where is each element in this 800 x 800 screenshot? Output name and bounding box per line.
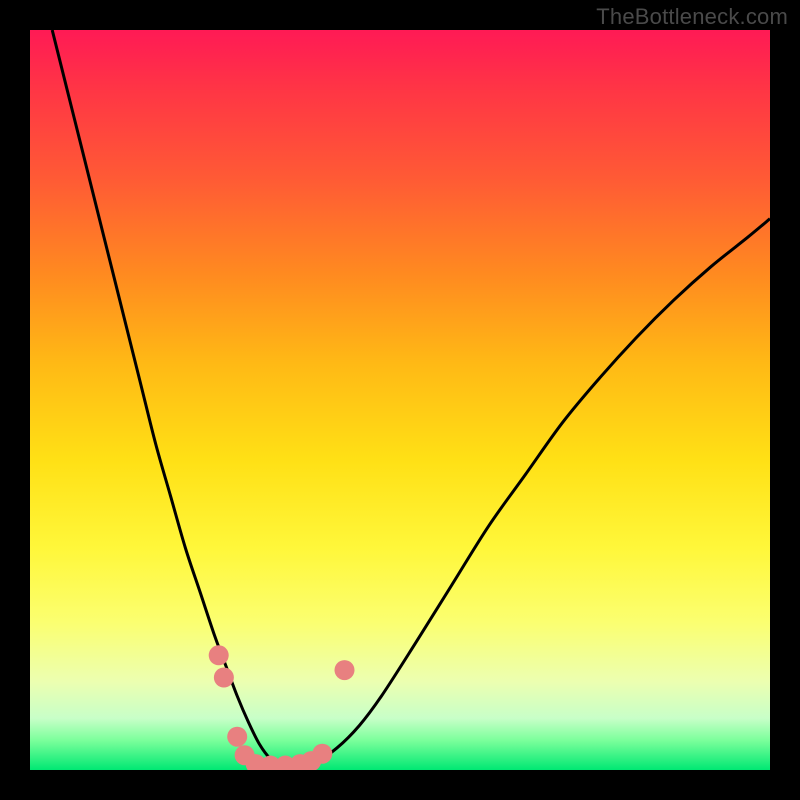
curve-marker (209, 645, 229, 665)
curve-marker (312, 744, 332, 764)
plot-area (30, 30, 770, 770)
curve-marker (214, 668, 234, 688)
chart-frame: TheBottleneck.com (0, 0, 800, 800)
watermark-text: TheBottleneck.com (596, 4, 788, 30)
bottleneck-curve (52, 30, 770, 767)
curve-layer (30, 30, 770, 770)
curve-marker (227, 727, 247, 747)
curve-marker (335, 660, 355, 680)
